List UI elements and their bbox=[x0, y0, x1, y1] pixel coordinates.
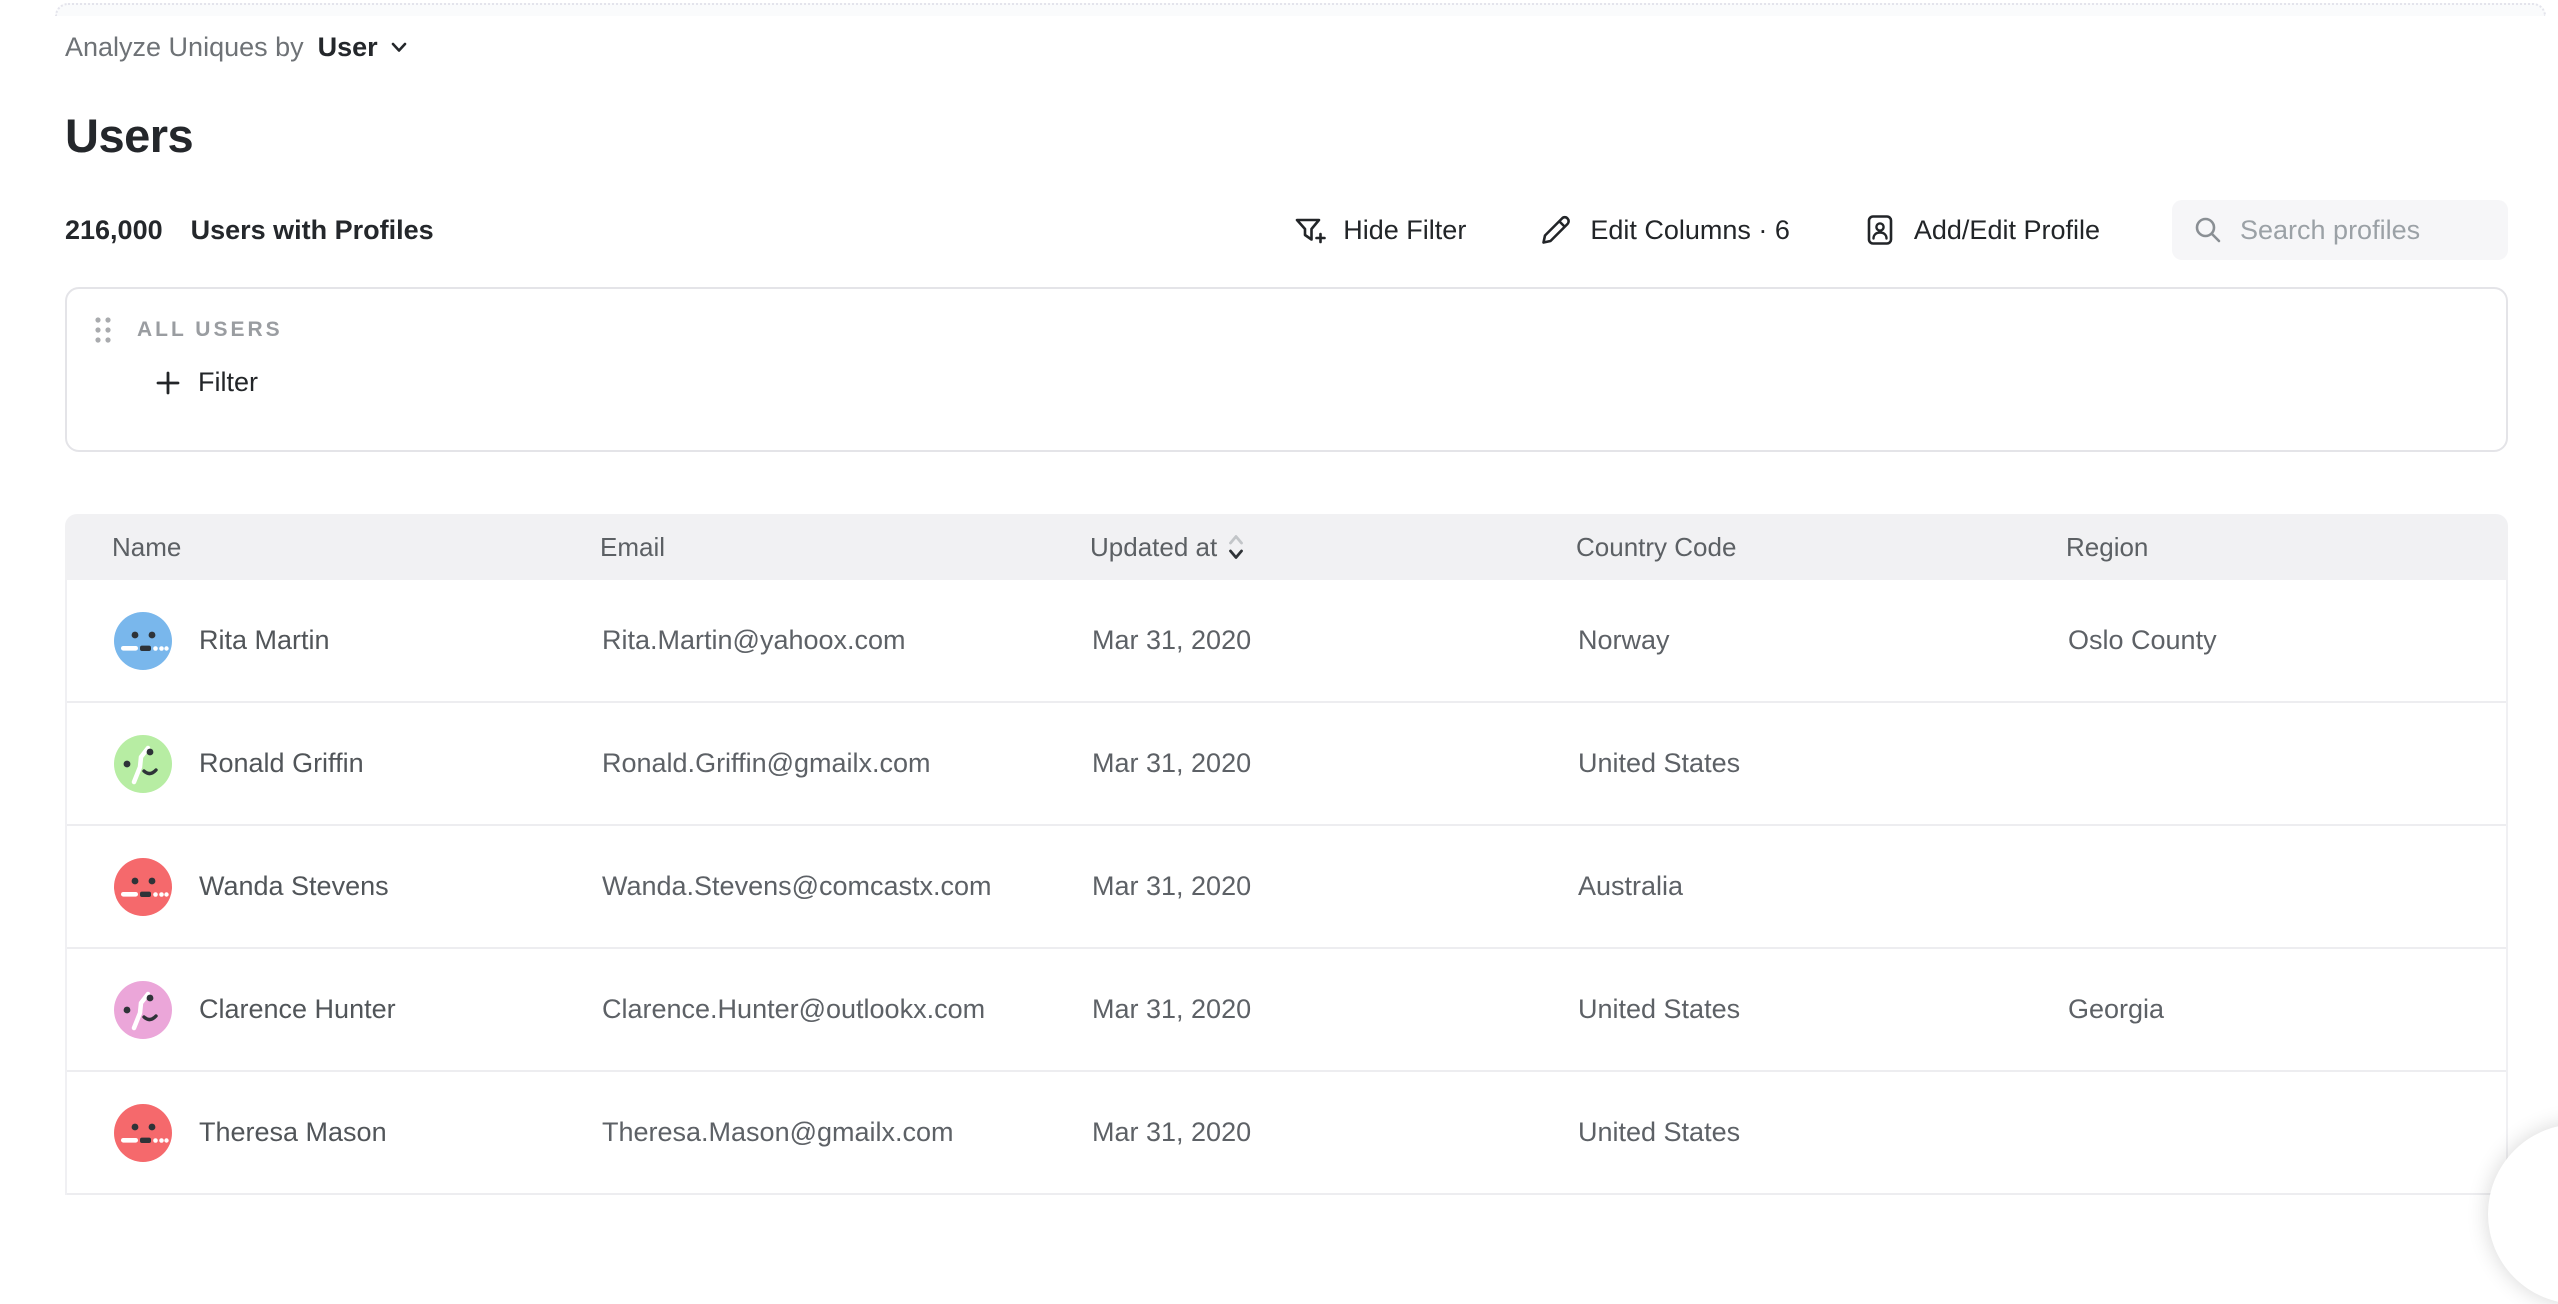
user-avatar-icon bbox=[114, 735, 172, 793]
user-email: Ronald.Griffin@gmailx.com bbox=[602, 748, 1092, 779]
table-header: Name Email Updated at Country Code Regio… bbox=[65, 514, 2508, 580]
add-edit-profile-label: Add/Edit Profile bbox=[1914, 215, 2100, 246]
table-row[interactable]: Wanda Stevens Wanda.Stevens@comcastx.com… bbox=[67, 826, 2506, 949]
user-name: Ronald Griffin bbox=[199, 748, 364, 779]
user-name: Theresa Mason bbox=[199, 1117, 387, 1148]
name-cell: Ronald Griffin bbox=[114, 735, 602, 793]
column-header-email[interactable]: Email bbox=[600, 532, 1090, 563]
search-icon bbox=[2192, 214, 2224, 246]
add-filter-label: Filter bbox=[198, 367, 258, 398]
user-email: Clarence.Hunter@outlookx.com bbox=[602, 994, 1092, 1025]
table-row[interactable]: Clarence Hunter Clarence.Hunter@outlookx… bbox=[67, 949, 2506, 1072]
profile-count: 216,000 bbox=[65, 215, 163, 246]
filter-group-label: ALL USERS bbox=[137, 318, 283, 342]
table-body: Rita Martin Rita.Martin@yahoox.com Mar 3… bbox=[65, 580, 2508, 1195]
user-name: Rita Martin bbox=[199, 625, 330, 656]
column-header-updated-at[interactable]: Updated at bbox=[1090, 532, 1576, 563]
user-email: Theresa.Mason@gmailx.com bbox=[602, 1117, 1092, 1148]
user-country-code: United States bbox=[1578, 994, 2068, 1025]
toolbar: 216,000 Users with Profiles Hide Filter … bbox=[65, 200, 2508, 260]
user-name: Clarence Hunter bbox=[199, 994, 396, 1025]
user-avatar-icon bbox=[114, 1104, 172, 1162]
edit-columns-button[interactable]: Edit Columns · 6 bbox=[1538, 212, 1790, 248]
analyze-uniques-row: Analyze Uniques by User bbox=[65, 30, 2508, 64]
analyze-uniques-label: Analyze Uniques by bbox=[65, 32, 304, 63]
name-cell: Clarence Hunter bbox=[114, 981, 602, 1039]
user-region: Oslo County bbox=[2068, 625, 2506, 656]
user-country-code: United States bbox=[1578, 748, 2068, 779]
analyze-uniques-dropdown[interactable]: User bbox=[318, 32, 410, 63]
users-table: Name Email Updated at Country Code Regio… bbox=[65, 514, 2508, 1195]
user-avatar-icon bbox=[114, 612, 172, 670]
add-filter-button[interactable]: Filter bbox=[153, 367, 258, 398]
table-row[interactable]: Theresa Mason Theresa.Mason@gmailx.com M… bbox=[67, 1072, 2506, 1195]
page-title: Users bbox=[65, 108, 2508, 164]
filter-panel: ALL USERS Filter bbox=[65, 287, 2508, 452]
profile-card-icon bbox=[1862, 212, 1898, 248]
user-avatar-icon bbox=[114, 981, 172, 1039]
user-updated-at: Mar 31, 2020 bbox=[1092, 1117, 1578, 1148]
user-country-code: Norway bbox=[1578, 625, 2068, 656]
user-region: Georgia bbox=[2068, 994, 2506, 1025]
table-row[interactable]: Ronald Griffin Ronald.Griffin@gmailx.com… bbox=[67, 703, 2506, 826]
user-email: Wanda.Stevens@comcastx.com bbox=[602, 871, 1092, 902]
name-cell: Theresa Mason bbox=[114, 1104, 602, 1162]
search-box bbox=[2172, 200, 2508, 260]
user-email: Rita.Martin@yahoox.com bbox=[602, 625, 1092, 656]
edit-columns-label: Edit Columns · 6 bbox=[1590, 215, 1790, 246]
add-edit-profile-button[interactable]: Add/Edit Profile bbox=[1862, 212, 2100, 248]
user-updated-at: Mar 31, 2020 bbox=[1092, 994, 1578, 1025]
column-header-region[interactable]: Region bbox=[2066, 532, 2508, 563]
column-header-name[interactable]: Name bbox=[112, 532, 600, 563]
table-row[interactable]: Rita Martin Rita.Martin@yahoox.com Mar 3… bbox=[67, 580, 2506, 703]
user-updated-at: Mar 31, 2020 bbox=[1092, 625, 1578, 656]
user-updated-at: Mar 31, 2020 bbox=[1092, 871, 1578, 902]
profile-count-label: Users with Profiles bbox=[191, 215, 434, 246]
user-updated-at: Mar 31, 2020 bbox=[1092, 748, 1578, 779]
pencil-icon bbox=[1538, 212, 1574, 248]
plus-icon bbox=[153, 368, 183, 398]
sort-icon bbox=[1227, 532, 1245, 562]
user-avatar-icon bbox=[114, 858, 172, 916]
users-page: Analyze Uniques by User Users 216,000 Us… bbox=[0, 30, 2558, 1195]
user-country-code: Australia bbox=[1578, 871, 2068, 902]
profile-count-group: 216,000 Users with Profiles bbox=[65, 215, 434, 246]
user-name: Wanda Stevens bbox=[199, 871, 389, 902]
name-cell: Wanda Stevens bbox=[114, 858, 602, 916]
analyze-uniques-value: User bbox=[318, 32, 378, 63]
user-country-code: United States bbox=[1578, 1117, 2068, 1148]
name-cell: Rita Martin bbox=[114, 612, 602, 670]
hide-filter-label: Hide Filter bbox=[1343, 215, 1466, 246]
filter-plus-icon bbox=[1291, 212, 1327, 248]
hide-filter-button[interactable]: Hide Filter bbox=[1291, 212, 1466, 248]
column-header-country-code[interactable]: Country Code bbox=[1576, 532, 2066, 563]
chevron-down-icon bbox=[388, 36, 410, 58]
drag-handle-icon[interactable] bbox=[93, 315, 113, 345]
dropzone-strip bbox=[55, 3, 2546, 16]
search-input[interactable] bbox=[2240, 215, 2488, 246]
